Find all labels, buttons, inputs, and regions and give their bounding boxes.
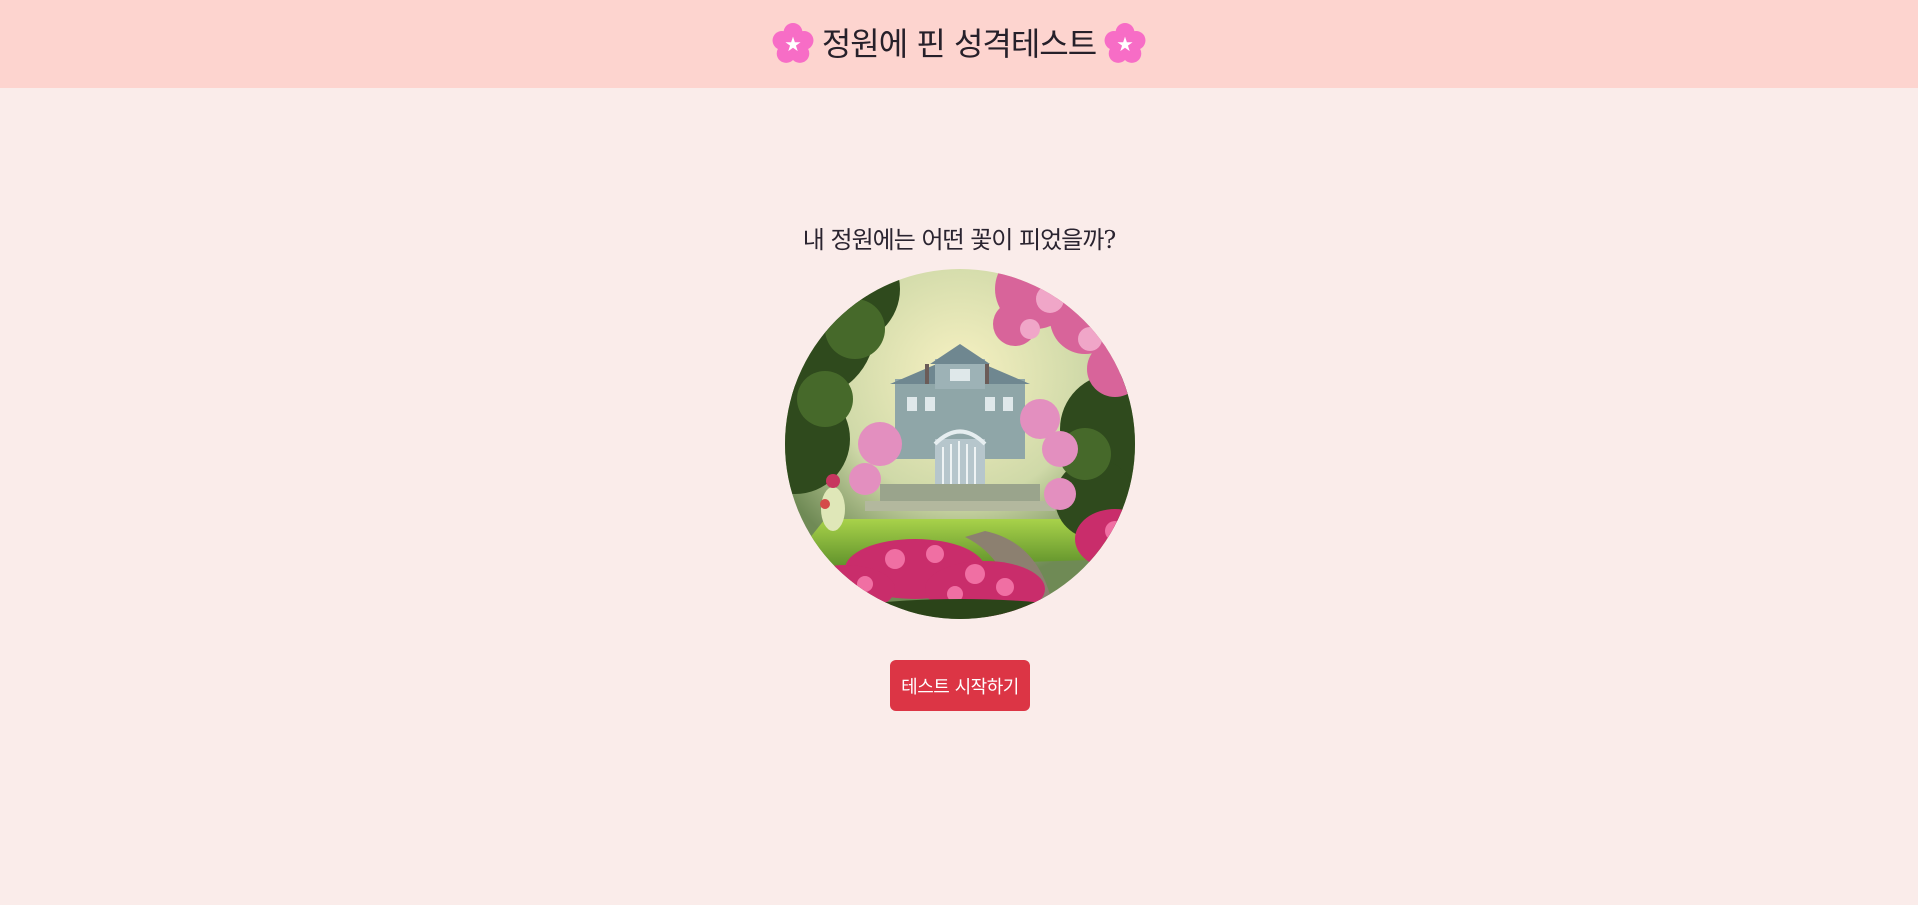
header-bar: 정원에 핀 성격테스트 [0,0,1918,88]
cherry-blossom-icon [772,23,814,63]
subtitle: 내 정원에는 어떤 꽃이 피었을까? [802,226,1116,254]
garden-illustration [785,269,1135,619]
page-title: 정원에 핀 성격테스트 [821,25,1097,63]
title-group: 정원에 핀 성격테스트 [772,23,1146,65]
start-test-button[interactable]: 테스트 시작하기 [890,660,1030,711]
main-content: 내 정원에는 어떤 꽃이 피었을까? 테스트 시작하기 [0,88,1918,905]
cherry-blossom-icon [1104,23,1146,63]
